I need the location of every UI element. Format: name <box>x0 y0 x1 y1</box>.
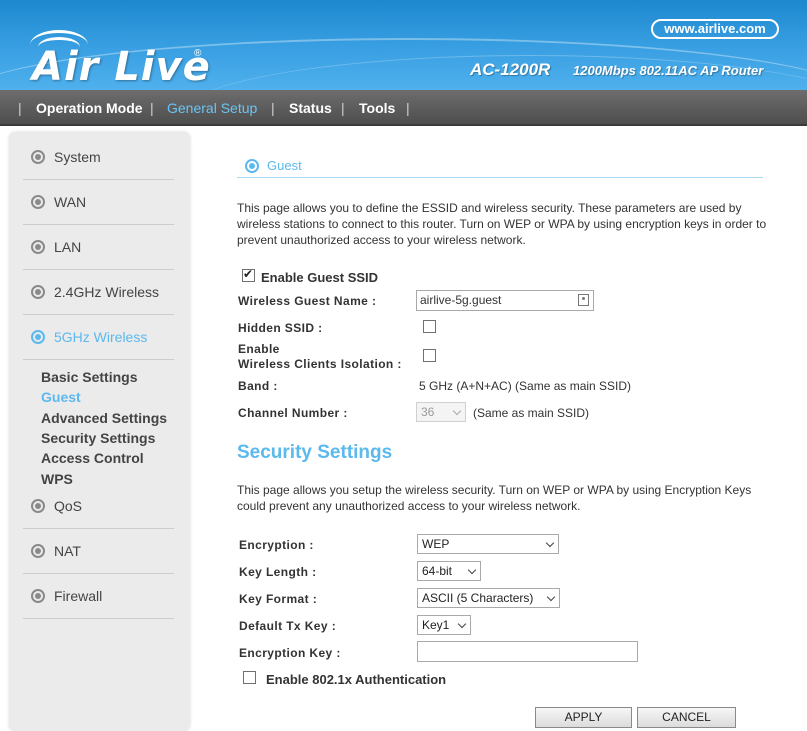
top-nav: | Operation Mode | General Setup | Statu… <box>0 90 807 126</box>
default-tx-key-select-value: Key1 <box>422 618 450 632</box>
key-format-label: Key Format : <box>239 592 318 606</box>
channel-note: (Same as main SSID) <box>473 406 590 420</box>
bullet-icon <box>31 330 45 344</box>
sidebar-item-firewall[interactable]: Firewall <box>23 574 174 619</box>
bullet-icon <box>31 240 45 254</box>
hidden-ssid-checkbox[interactable] <box>423 320 436 333</box>
security-settings-title: Security Settings <box>237 442 393 463</box>
key-length-label: Key Length : <box>239 565 317 579</box>
keyboard-icon <box>578 294 589 306</box>
header-banner: Air Live ® www.airlive.com AC-1200R 1200… <box>0 0 807 90</box>
default-tx-key-select[interactable]: Key1 <box>417 615 471 635</box>
logo-registered-mark: ® <box>194 48 202 59</box>
cancel-button[interactable]: CANCEL <box>637 707 736 728</box>
encryption-key-label: Encryption Key : <box>239 646 341 660</box>
nav-separator: | <box>341 100 345 116</box>
band-label: Band : <box>238 379 278 393</box>
airlive-logo: Air Live ® <box>26 30 226 90</box>
channel-label: Channel Number : <box>238 406 348 420</box>
isolation-label-line1: Enable <box>238 342 280 356</box>
key-format-select-value: ASCII (5 Characters) <box>422 591 534 605</box>
default-tx-key-label: Default Tx Key : <box>239 619 337 633</box>
submenu-basic-settings[interactable]: Basic Settings <box>41 368 137 386</box>
bullet-icon <box>31 589 45 603</box>
nav-separator: | <box>271 100 275 116</box>
encryption-label: Encryption : <box>239 538 314 552</box>
key-format-select[interactable]: ASCII (5 Characters) <box>417 588 560 608</box>
apply-button[interactable]: APPLY <box>535 707 632 728</box>
submenu-security-settings[interactable]: Security Settings <box>41 429 155 447</box>
section-title: Guest <box>267 158 302 173</box>
sidebar: System WAN LAN 2.4GHz Wireless 5GHz Wire… <box>9 132 190 731</box>
key-length-select[interactable]: 64-bit <box>417 561 481 581</box>
guest-name-input[interactable]: airlive-5g.guest <box>416 290 594 311</box>
encryption-select-value: WEP <box>422 537 450 551</box>
chevron-down-icon <box>545 538 555 548</box>
sidebar-item-label: Firewall <box>54 588 103 604</box>
chevron-down-icon <box>457 619 467 629</box>
model-name: AC-1200R <box>470 60 551 79</box>
chevron-down-icon <box>452 406 462 416</box>
sidebar-item-label: LAN <box>54 239 82 255</box>
submenu-access-control[interactable]: Access Control <box>41 449 144 467</box>
sidebar-item-label: 2.4GHz Wireless <box>54 284 160 300</box>
section-header-guest: Guest <box>237 154 763 178</box>
nav-separator: | <box>150 100 154 116</box>
channel-select[interactable]: 36 <box>416 402 466 422</box>
nav-status[interactable]: Status <box>289 90 332 126</box>
guest-description: This page allows you to define the ESSID… <box>237 201 767 247</box>
enable-8021x-label: Enable 802.1x Authentication <box>266 672 447 687</box>
enable-8021x-checkbox[interactable] <box>243 671 256 684</box>
channel-select-value: 36 <box>421 405 435 419</box>
logo-text: Air Live <box>32 44 211 90</box>
sidebar-item-5ghz-wireless[interactable]: 5GHz Wireless <box>23 315 174 360</box>
sidebar-item-nat[interactable]: NAT <box>23 529 174 574</box>
encryption-key-input[interactable] <box>417 641 638 662</box>
sidebar-item-label: System <box>54 149 101 165</box>
isolation-checkbox[interactable] <box>423 349 436 362</box>
chevron-down-icon <box>546 592 556 602</box>
encryption-select[interactable]: WEP <box>417 534 559 554</box>
nav-operation-mode[interactable]: Operation Mode <box>36 90 143 126</box>
key-length-select-value: 64-bit <box>422 564 453 578</box>
guest-name-value: airlive-5g.guest <box>420 293 502 307</box>
sidebar-item-qos[interactable]: QoS <box>23 484 174 529</box>
chevron-down-icon <box>467 565 477 575</box>
sidebar-item-wan[interactable]: WAN <box>23 180 174 225</box>
sidebar-item-lan[interactable]: LAN <box>23 225 174 270</box>
nav-separator: | <box>406 100 410 116</box>
sidebar-item-label: QoS <box>54 498 83 514</box>
sidebar-item-label: 5GHz Wireless <box>54 329 148 345</box>
bullet-icon <box>245 159 259 173</box>
sidebar-item-label: WAN <box>54 194 87 210</box>
guest-name-label: Wireless Guest Name : <box>238 294 377 308</box>
submenu-guest[interactable]: Guest <box>41 388 81 406</box>
band-value: 5 GHz (A+N+AC) (Same as main SSID) <box>419 379 632 393</box>
sidebar-item-system[interactable]: System <box>23 135 174 180</box>
bullet-icon <box>31 150 45 164</box>
enable-guest-ssid-label: Enable Guest SSID <box>261 270 379 285</box>
sidebar-item-24ghz-wireless[interactable]: 2.4GHz Wireless <box>23 270 174 315</box>
bullet-icon <box>31 499 45 513</box>
bullet-icon <box>31 195 45 209</box>
website-badge: www.airlive.com <box>651 19 779 39</box>
security-description: This page allows you setup the wireless … <box>237 483 752 513</box>
sidebar-item-label: NAT <box>54 543 81 559</box>
enable-guest-ssid-checkbox[interactable] <box>242 267 255 282</box>
nav-general-setup[interactable]: General Setup <box>167 90 257 126</box>
submenu-advanced-settings[interactable]: Advanced Settings <box>41 409 167 427</box>
nav-tools[interactable]: Tools <box>359 90 395 126</box>
bullet-icon <box>31 285 45 299</box>
isolation-label-line2: Wireless Clients Isolation : <box>238 357 402 371</box>
hidden-ssid-label: Hidden SSID : <box>238 321 323 335</box>
nav-separator: | <box>18 100 22 116</box>
model-description: 1200Mbps 802.11AC AP Router <box>573 63 764 78</box>
bullet-icon <box>31 544 45 558</box>
